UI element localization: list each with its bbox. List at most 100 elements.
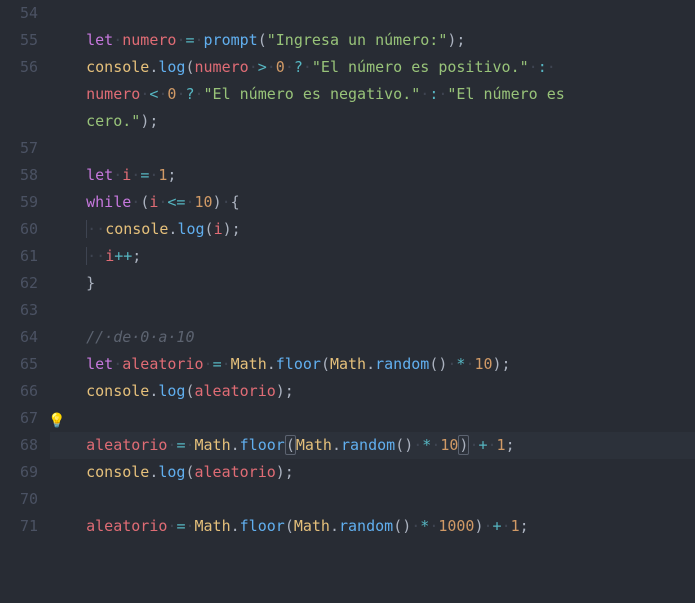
token-ws: · [429, 517, 438, 535]
code-line[interactable]: //·de·0·a·10 [50, 324, 695, 351]
token-ws: · [488, 436, 497, 454]
token-num: 1 [511, 517, 520, 535]
line-number: 65 [8, 351, 38, 378]
code-line[interactable] [50, 0, 695, 27]
token-obj: console [86, 58, 149, 76]
code-line[interactable]: numero·<·0·?·"El número es negativo."·:·… [50, 81, 695, 108]
token-str: "El número es negativo." [204, 85, 421, 103]
token-str: "El número es [447, 85, 573, 103]
token-pln: ; [506, 436, 515, 454]
token-ws: · [96, 220, 105, 238]
token-var: aleatorio [122, 355, 203, 373]
code-line[interactable]: ··console.log(i); [50, 216, 695, 243]
token-pln: . [332, 436, 341, 454]
token-ws: · [285, 58, 294, 76]
line-number: 68 [8, 432, 38, 459]
token-num: 1000 [438, 517, 474, 535]
token-var: numero [122, 31, 176, 49]
token-op: <= [167, 193, 185, 211]
code-line[interactable] [50, 135, 695, 162]
token-obj: Math [296, 436, 332, 454]
code-line[interactable]: aleatorio·=·Math.floor(Math.random()·*·1… [50, 432, 695, 459]
token-op: = [185, 31, 194, 49]
line-number: 61 [8, 243, 38, 270]
line-number: 70 [8, 486, 38, 513]
token-pln: ); [447, 31, 465, 49]
line-number [8, 81, 38, 108]
line-number: 60 [8, 216, 38, 243]
code-line[interactable]: } [50, 270, 695, 297]
token-op: : [538, 58, 547, 76]
line-number: 64 [8, 324, 38, 351]
line-number: 58 [8, 162, 38, 189]
token-cmt: //·de·0·a·10 [86, 328, 194, 346]
token-ws: · [195, 31, 204, 49]
line-number: 69 [8, 459, 38, 486]
token-fn: random [375, 355, 429, 373]
token-fn: log [158, 58, 185, 76]
code-line[interactable]: while·(i·<=·10)·{ [50, 189, 695, 216]
token-pln: ) [474, 517, 483, 535]
code-line[interactable]: let·i·=·1; [50, 162, 695, 189]
line-number: 56 [8, 54, 38, 81]
code-line[interactable]: let·numero·=·prompt("Ingresa un número:"… [50, 27, 695, 54]
line-number: 57 [8, 135, 38, 162]
token-fn: floor [240, 517, 285, 535]
token-pln: ( [140, 193, 149, 211]
code-line[interactable]: aleatorio·=·Math.floor(Math.random()·*·1… [50, 513, 695, 540]
token-str: "Ingresa un número:" [267, 31, 448, 49]
token-pln: ( [185, 382, 194, 400]
token-pln: . [231, 436, 240, 454]
token-ws: · [113, 166, 122, 184]
token-var: i [105, 247, 114, 265]
line-number: 63 [8, 297, 38, 324]
code-line[interactable]: console.log(aleatorio); [50, 459, 695, 486]
token-pln: ) [458, 435, 469, 455]
token-pln: ( [285, 517, 294, 535]
code-line[interactable] [50, 297, 695, 324]
token-pln: ); [276, 382, 294, 400]
token-fn: prompt [204, 31, 258, 49]
line-number-gutter: 545556575859606162636465666768697071 [0, 0, 50, 603]
code-line[interactable]: cero."); [50, 108, 695, 135]
token-op: + [478, 436, 487, 454]
lightbulb-icon[interactable]: 💡 [48, 408, 65, 435]
code-editor[interactable]: 545556575859606162636465666768697071 let… [0, 0, 695, 603]
token-ws: · [249, 58, 258, 76]
token-ws: · [222, 355, 231, 373]
token-indent: · [86, 220, 96, 238]
token-pln: ); [493, 355, 511, 373]
token-ws: · [303, 58, 312, 76]
token-fn: log [158, 463, 185, 481]
token-obj: Math [195, 517, 231, 535]
code-line[interactable]: ··i++; [50, 243, 695, 270]
code-line[interactable]: 💡 [50, 405, 695, 432]
line-number: 59 [8, 189, 38, 216]
line-number: 71 [8, 513, 38, 540]
token-ws: · [113, 31, 122, 49]
token-op: + [493, 517, 502, 535]
token-fn: log [177, 220, 204, 238]
token-num: 10 [440, 436, 458, 454]
token-ws: · [222, 193, 231, 211]
line-number: 66 [8, 378, 38, 405]
token-pln: ); [223, 220, 241, 238]
code-line[interactable]: let·aleatorio·=·Math.floor(Math.random()… [50, 351, 695, 378]
code-line[interactable]: console.log(numero·>·0·?·"El número es p… [50, 54, 695, 81]
token-str: cero." [86, 112, 140, 130]
line-number: 54 [8, 0, 38, 27]
token-fn: random [339, 517, 393, 535]
token-pln: () [429, 355, 447, 373]
token-num: 1 [497, 436, 506, 454]
token-pln: ); [140, 112, 158, 130]
token-ws: · [185, 193, 194, 211]
code-line[interactable]: console.log(aleatorio); [50, 378, 695, 405]
token-fn: random [341, 436, 395, 454]
token-obj: console [105, 220, 168, 238]
token-pln: ( [321, 355, 330, 373]
code-area[interactable]: let·numero·=·prompt("Ingresa un número:"… [50, 0, 695, 603]
token-pln: ) [213, 193, 222, 211]
code-line[interactable] [50, 486, 695, 513]
token-fn: log [158, 382, 185, 400]
token-pln: . [366, 355, 375, 373]
